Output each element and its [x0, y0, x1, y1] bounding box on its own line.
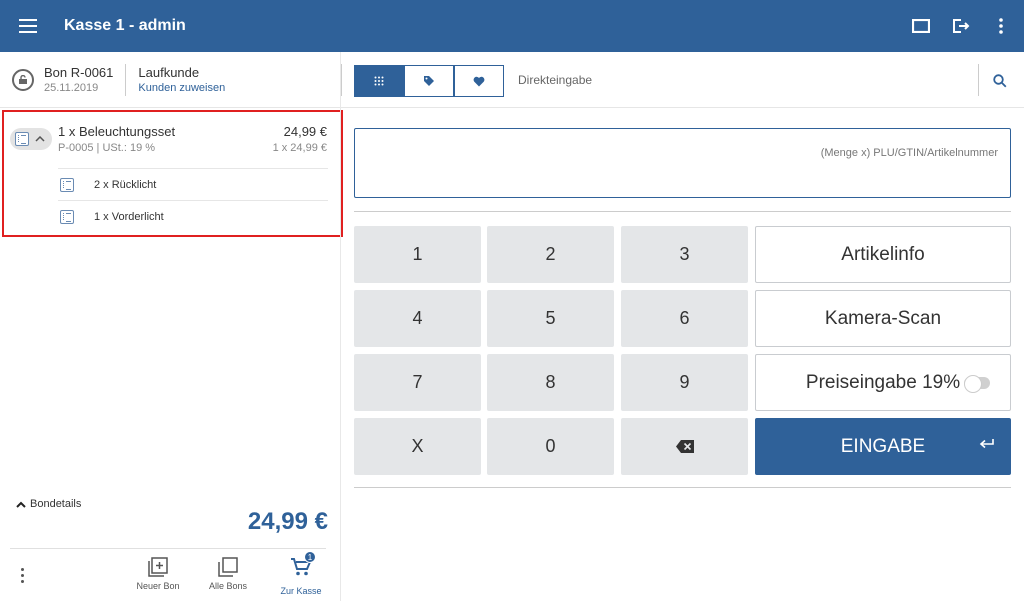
all-bons-button[interactable]: Alle Bons: [198, 557, 258, 597]
receipt-item-highlight: 1 x Beleuchtungsset P-0005 | USt.: 19 % …: [2, 110, 343, 237]
sub-item[interactable]: 2 x Rücklicht: [58, 168, 328, 200]
more-vert-icon[interactable]: [990, 15, 1012, 37]
list-icon: [60, 209, 74, 224]
bondetails-toggle[interactable]: Bondetails: [16, 498, 81, 510]
backspace-icon: [675, 440, 694, 453]
keyboard-return-icon: [979, 439, 994, 449]
total-amount: 24,99 €: [247, 508, 328, 535]
divider: [125, 63, 127, 96]
more-vert-icon[interactable]: [14, 565, 30, 585]
article-input-field[interactable]: [354, 128, 1011, 198]
list-icon: [15, 132, 29, 146]
tag-icon: [424, 76, 434, 86]
chevron-up-icon: [16, 501, 26, 508]
item-expand-toggle[interactable]: [10, 128, 52, 150]
customer-name: Laufkunde: [138, 65, 200, 80]
price-entry-switch[interactable]: [964, 374, 991, 393]
sub-item-label: 1 x Vorderlicht: [94, 210, 164, 223]
divider: [354, 211, 1011, 212]
key-6[interactable]: 6: [621, 290, 748, 347]
direct-entry-label: Direkteingabe: [518, 73, 593, 87]
dialpad-icon: [374, 76, 384, 86]
sub-item-label: 2 x Rücklicht: [94, 178, 157, 191]
enter-label: EINGABE: [840, 435, 926, 457]
item-meta: P-0005 | USt.: 19 %: [58, 142, 156, 154]
bottom-nav: Neuer Bon Alle Bons 1 Zur Kasse: [0, 549, 340, 601]
top-app-bar: Kasse 1 - admin: [0, 0, 1024, 52]
divider: [341, 64, 342, 96]
checkout-label: Zur Kasse: [280, 586, 322, 596]
key-5[interactable]: 5: [487, 290, 614, 347]
bondetails-label: Bondetails: [30, 498, 82, 510]
key-8[interactable]: 8: [487, 354, 614, 411]
lock-open-icon[interactable]: [12, 68, 34, 91]
chevron-up-icon: [35, 136, 45, 142]
key-9[interactable]: 9: [621, 354, 748, 411]
article-input[interactable]: [355, 129, 1010, 197]
logout-icon[interactable]: [950, 15, 972, 37]
key-x[interactable]: X: [354, 418, 481, 475]
key-4[interactable]: 4: [354, 290, 481, 347]
enter-button[interactable]: EINGABE: [755, 418, 1011, 475]
copy-icon: [218, 557, 238, 577]
item-name: 1 x Beleuchtungsset: [58, 124, 176, 139]
assign-customer-link[interactable]: Kunden zuweisen: [138, 82, 225, 94]
price-entry-label: Preiseingabe 19%: [805, 371, 961, 393]
key-0[interactable]: 0: [487, 418, 614, 475]
tab-keypad[interactable]: [354, 65, 404, 97]
page-title: Kasse 1 - admin: [64, 17, 186, 34]
bon-header: Bon R-0061 25.11.2019 Laufkunde Kunden z…: [0, 52, 340, 108]
heart-icon: [473, 76, 485, 86]
new-bon-button[interactable]: Neuer Bon: [128, 557, 188, 597]
key-1[interactable]: 1: [354, 226, 481, 283]
cart-count-badge: 1: [304, 551, 316, 563]
key-3[interactable]: 3: [621, 226, 748, 283]
receipt-panel: Bon R-0061 25.11.2019 Laufkunde Kunden z…: [0, 52, 343, 601]
tab-tags[interactable]: [404, 65, 454, 97]
checkout-button[interactable]: 1 Zur Kasse: [271, 551, 331, 597]
bon-number: Bon R-0061: [44, 65, 114, 80]
price-entry-toggle-button[interactable]: Preiseingabe 19%: [755, 354, 1011, 411]
tab-favorites[interactable]: [454, 65, 504, 97]
key-7[interactable]: 7: [354, 354, 481, 411]
item-unit-price: 1 x 24,99 €: [272, 142, 327, 154]
sub-item[interactable]: 1 x Vorderlicht: [58, 200, 328, 232]
entry-mode-bar: Direkteingabe: [341, 52, 1024, 108]
receipt-item[interactable]: 1 x Beleuchtungsset P-0005 | USt.: 19 % …: [4, 112, 341, 168]
bon-date: 25.11.2019: [44, 82, 99, 94]
add-box-icon: [148, 557, 168, 577]
divider: [354, 487, 1011, 488]
list-icon: [60, 177, 74, 192]
new-bon-label: Neuer Bon: [136, 581, 180, 591]
fullscreen-icon[interactable]: [910, 15, 932, 37]
backspace-button[interactable]: [621, 418, 748, 475]
camera-scan-button[interactable]: Kamera-Scan: [755, 290, 1011, 347]
article-info-button[interactable]: Artikelinfo: [755, 226, 1011, 283]
entry-panel: Direkteingabe 1 2 3 Artikelinfo 4 5 6 Ka…: [341, 52, 1024, 601]
search-icon[interactable]: [987, 68, 1013, 94]
menu-icon[interactable]: [0, 0, 56, 52]
all-bons-label: Alle Bons: [208, 581, 248, 591]
key-2[interactable]: 2: [487, 226, 614, 283]
divider: [978, 64, 979, 96]
item-price: 24,99 €: [283, 124, 327, 139]
